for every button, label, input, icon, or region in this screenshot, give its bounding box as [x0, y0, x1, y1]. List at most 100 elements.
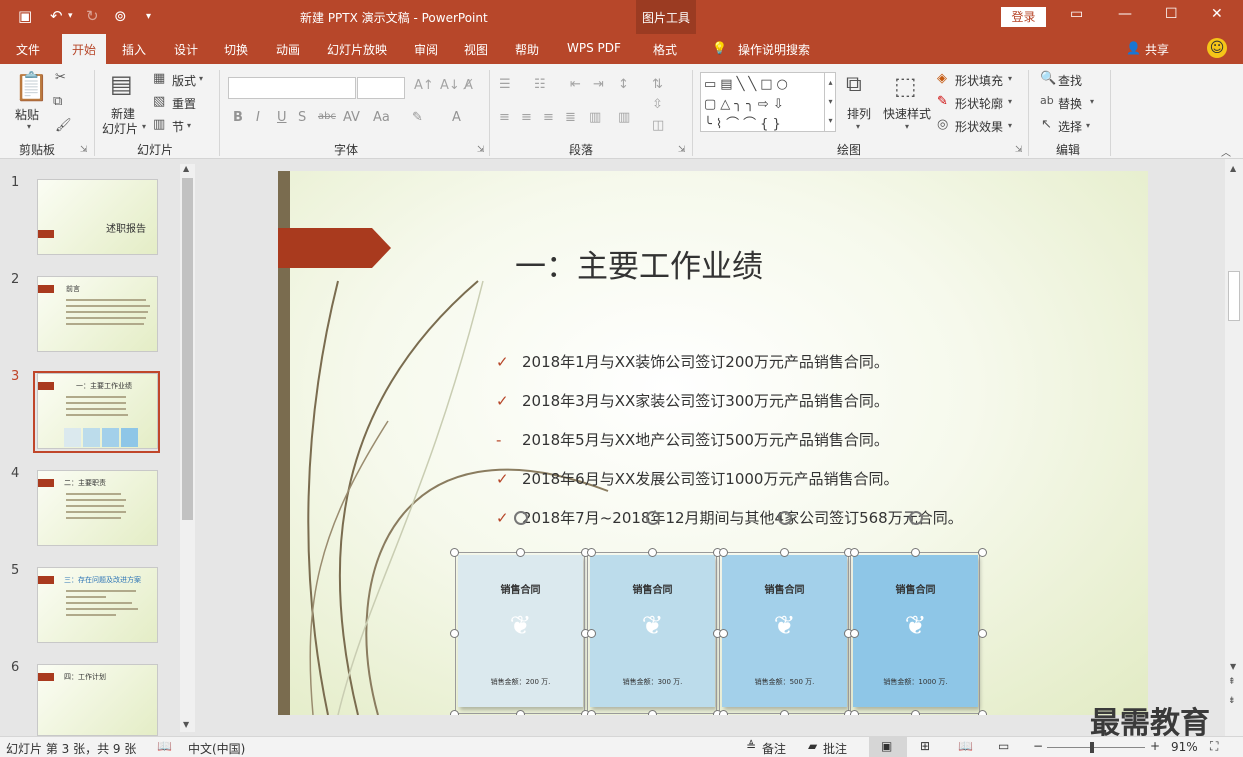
slide-scroll-thumb[interactable] — [1228, 271, 1240, 321]
scroll-down-icon[interactable]: ▼ — [1230, 662, 1236, 671]
layout-dropdown-icon[interactable]: ▾ — [199, 74, 203, 83]
tab-format[interactable]: 格式 — [653, 41, 677, 58]
resize-handle[interactable] — [719, 548, 728, 557]
resize-handle[interactable] — [516, 710, 525, 715]
slide-thumbnail-5[interactable]: 三：存在问题及改进方案 — [37, 567, 158, 643]
bullet-item[interactable]: ✓ 2018年3月与XX家装公司签订300万元产品销售合同。 — [496, 390, 889, 411]
shape-fill-button[interactable]: 形状填充 — [955, 72, 1003, 89]
section-icon[interactable]: ▥ — [153, 117, 165, 132]
align-right-icon[interactable]: ≡ — [543, 110, 554, 125]
shapes-gallery[interactable]: ▭▤╲╲□○ ▢△╮╮⇨⇩ ╰⌇⌒⌒{} ▴ ▾ ▾ — [700, 72, 836, 132]
rotate-handle[interactable] — [909, 511, 923, 525]
slide-thumbnail-4[interactable]: 二：主要职责 — [37, 470, 158, 546]
layout-icon[interactable]: ▦ — [153, 71, 165, 86]
tab-view[interactable]: 视图 — [464, 41, 488, 58]
bold-icon[interactable]: B — [233, 110, 243, 125]
bullet-item[interactable]: ✓ 2018年1月与XX装饰公司签订200万元产品销售合同。 — [496, 351, 889, 372]
bullet-item[interactable]: ✓ 2018年7月~2018年12月期间与其他4家公司签订568万元合同。 — [496, 507, 963, 528]
align-left-icon[interactable]: ≡ — [499, 110, 510, 125]
replace-button[interactable]: 替换 — [1058, 95, 1082, 112]
shape-outline-dropdown-icon[interactable]: ▾ — [1008, 97, 1012, 106]
tab-transitions[interactable]: 切换 — [224, 41, 248, 58]
resize-handle[interactable] — [911, 710, 920, 715]
resize-handle[interactable] — [780, 548, 789, 557]
slide-thumbnail-3[interactable]: 一：主要工作业绩 — [37, 373, 158, 449]
undo-icon[interactable]: ↶ — [50, 7, 63, 25]
resize-handle[interactable] — [587, 629, 596, 638]
font-size-combobox[interactable] — [357, 77, 405, 99]
resize-handle[interactable] — [450, 710, 459, 715]
tab-design[interactable]: 设计 — [174, 41, 198, 58]
increase-indent-icon[interactable]: ⇥ — [593, 77, 604, 92]
login-button[interactable]: 登录 — [1001, 7, 1046, 27]
drawing-launcher-icon[interactable]: ⇲ — [1015, 145, 1023, 155]
share-button[interactable]: 共享 — [1145, 41, 1169, 58]
distributed-icon[interactable]: ▥ — [589, 110, 601, 125]
reading-view-icon[interactable]: 📖 — [958, 739, 973, 753]
paste-dropdown-icon[interactable]: ▾ — [27, 122, 31, 131]
slide-thumbnail-1[interactable]: 述职报告 — [37, 179, 158, 255]
next-slide-icon[interactable]: ⇟ — [1228, 696, 1236, 706]
paste-button[interactable]: 粘贴 — [15, 106, 39, 123]
shadow-icon[interactable]: S — [298, 110, 306, 125]
thumbnail-scrollbar[interactable]: ▲ ▼ — [180, 164, 195, 732]
resize-handle[interactable] — [648, 710, 657, 715]
paste-icon[interactable]: 📋 — [14, 70, 49, 103]
resize-handle[interactable] — [850, 710, 859, 715]
maximize-icon[interactable]: ☐ — [1165, 6, 1178, 22]
comments-button[interactable]: 批注 — [823, 740, 847, 757]
new-slide-label-2[interactable]: 幻灯片 — [102, 120, 138, 137]
layout-button[interactable]: 版式 — [172, 72, 196, 89]
resize-handle[interactable] — [719, 629, 728, 638]
char-spacing-icon[interactable]: AV — [343, 110, 360, 125]
font-color-icon[interactable]: A — [452, 110, 461, 125]
save-icon[interactable]: ▣ — [18, 7, 32, 25]
zoom-slider-track[interactable] — [1047, 747, 1145, 748]
find-button[interactable]: 查找 — [1058, 72, 1082, 89]
notes-button[interactable]: 备注 — [762, 740, 786, 757]
tell-me-search[interactable]: 操作说明搜索 — [738, 41, 810, 58]
underline-icon[interactable]: U — [277, 110, 287, 125]
tab-review[interactable]: 审阅 — [414, 41, 438, 58]
previous-slide-icon[interactable]: ⇞ — [1228, 677, 1236, 687]
select-icon[interactable]: ↖ — [1041, 117, 1052, 132]
resize-handle[interactable] — [516, 548, 525, 557]
resize-handle[interactable] — [719, 710, 728, 715]
rotate-handle[interactable] — [514, 511, 528, 525]
resize-handle[interactable] — [450, 629, 459, 638]
tab-animations[interactable]: 动画 — [276, 41, 300, 58]
quick-styles-icon[interactable]: ⬚ — [894, 72, 917, 100]
decrease-indent-icon[interactable]: ⇤ — [570, 77, 581, 92]
customize-qat-icon[interactable]: ▾ — [146, 11, 151, 22]
resize-handle[interactable] — [978, 548, 987, 557]
resize-handle[interactable] — [850, 629, 859, 638]
cut-icon[interactable]: ✂ — [55, 70, 66, 85]
clear-format-icon[interactable]: A̸ — [464, 78, 473, 93]
bullets-icon[interactable]: ☰ — [499, 77, 511, 92]
paragraph-launcher-icon[interactable]: ⇲ — [678, 145, 686, 155]
text-direction-icon[interactable]: ⇅ — [652, 77, 663, 92]
scroll-down-icon[interactable]: ▼ — [183, 720, 189, 729]
slide-title[interactable]: 一：主要工作业绩 — [515, 241, 763, 286]
numbering-icon[interactable]: ☷ — [534, 77, 546, 92]
zoom-out-icon[interactable]: − — [1033, 739, 1043, 753]
bullet-item[interactable]: - 2018年5月与XX地产公司签订500万元产品销售合同。 — [496, 429, 889, 450]
shape-fill-dropdown-icon[interactable]: ▾ — [1008, 74, 1012, 83]
highlight-icon[interactable]: ✎ — [412, 110, 423, 125]
line-spacing-icon[interactable]: ↕ — [618, 77, 629, 92]
increase-font-icon[interactable]: A↑ — [414, 78, 434, 93]
shape-outline-button[interactable]: 形状轮廓 — [955, 95, 1003, 112]
section-button[interactable]: 节 — [172, 118, 184, 135]
shape-effects-button[interactable]: 形状效果 — [955, 118, 1003, 135]
justify-icon[interactable]: ≣ — [565, 110, 576, 125]
resize-handle[interactable] — [587, 548, 596, 557]
rotate-handle[interactable] — [778, 511, 792, 525]
undo-dropdown-icon[interactable]: ▾ — [68, 11, 73, 21]
arrange-dropdown-icon[interactable]: ▾ — [856, 122, 860, 131]
fit-to-window-icon[interactable]: ⛶ — [1210, 739, 1218, 754]
scroll-up-icon[interactable]: ▲ — [1230, 164, 1236, 173]
resize-handle[interactable] — [978, 710, 987, 715]
tab-file[interactable]: 文件 — [16, 41, 40, 58]
scroll-up-icon[interactable]: ▲ — [183, 164, 189, 173]
tab-home[interactable]: 开始 — [62, 34, 107, 64]
